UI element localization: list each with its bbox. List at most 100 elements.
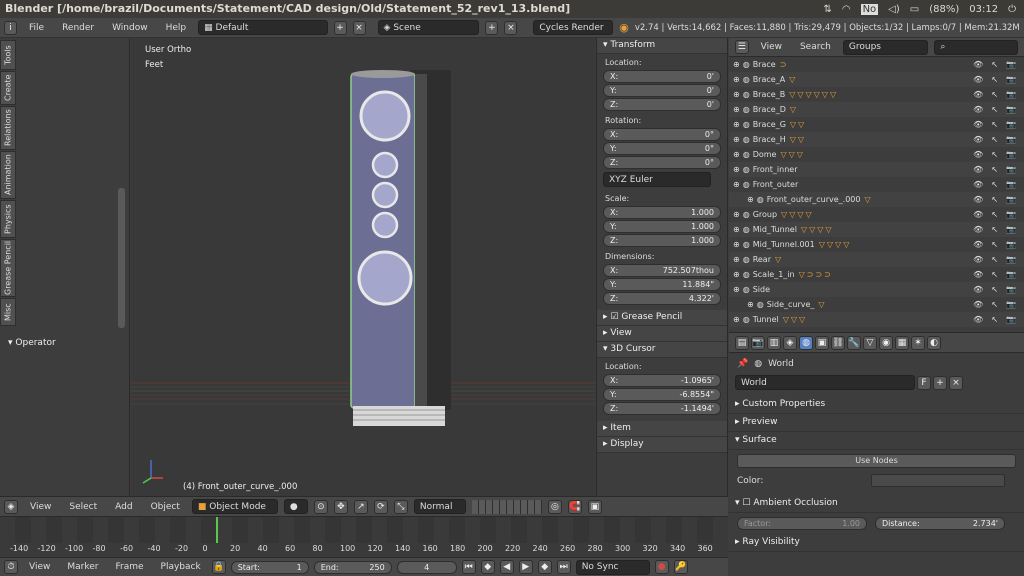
render-icon[interactable]: 📷	[1006, 135, 1016, 144]
outliner-item-label[interactable]: Side	[753, 285, 770, 294]
prev-key-icon[interactable]: ◆	[480, 560, 495, 574]
outliner-row[interactable]: ⊕ ◍ Front_outer_curve_.000 ▽ 👁 ↖ 📷	[729, 192, 1024, 207]
volume-icon[interactable]: ◁)	[888, 4, 900, 15]
tab-create[interactable]: Create	[0, 71, 16, 105]
outliner-row[interactable]: ⊕ ◍ Side_curve_ ▽ 👁 ↖ 📷	[729, 297, 1024, 312]
preview-header[interactable]: ▸ Preview	[729, 414, 1024, 432]
timeline[interactable]: -140 -120 -100 -80 -60 -40 -20 0 20 40 60 80 100 120 1…	[0, 516, 728, 556]
outliner-item-label[interactable]: Mid_Tunnel	[753, 225, 797, 234]
render-icon[interactable]: 📷	[1006, 105, 1016, 114]
scale-z-field[interactable]: Z: 1.000	[603, 234, 721, 247]
expand-icon[interactable]: ⊕	[733, 90, 740, 99]
outliner-editor-icon[interactable]: ☰	[735, 40, 749, 54]
dimensions-z-field[interactable]: Z: 4.322'	[603, 292, 721, 305]
modifiers-tab-icon[interactable]: 🔧	[847, 335, 861, 350]
grease-pencil-panel-header[interactable]: ▸ ☑ Grease Pencil	[597, 310, 727, 326]
operator-panel-header[interactable]: ▾ Operator	[8, 338, 56, 348]
visibility-icon[interactable]: 👁	[973, 165, 983, 174]
dimensions-x-field[interactable]: X: 752.507thou	[603, 264, 721, 277]
unlink-world-button[interactable]: ×	[949, 375, 963, 390]
visibility-icon[interactable]: 👁	[973, 300, 983, 309]
selectable-icon[interactable]: ↖	[991, 195, 998, 204]
sync-select[interactable]: No Sync	[575, 559, 650, 575]
visibility-icon[interactable]: 👁	[973, 270, 983, 279]
timeline-editor-icon[interactable]: ⏱	[4, 560, 18, 574]
expand-icon[interactable]: ⊕	[747, 195, 754, 204]
3d-view-editor-icon[interactable]: ◈	[4, 499, 18, 514]
pin-icon[interactable]: 📌	[737, 359, 748, 369]
selectable-icon[interactable]: ↖	[991, 150, 998, 159]
physics-tab-icon[interactable]: ◐	[927, 335, 941, 350]
expand-icon[interactable]: ⊕	[733, 105, 740, 114]
outliner-item-label[interactable]: Brace_B	[753, 90, 786, 99]
outliner-row[interactable]: ⊕ ◍ Mid_Tunnel.001 ▽▽▽▽ 👁 ↖ 📷	[729, 237, 1024, 252]
cursor-y-field[interactable]: Y: -6.8554"	[603, 388, 721, 401]
render-icon[interactable]: 📷	[1006, 255, 1016, 264]
render-icon[interactable]: 📷	[1006, 300, 1016, 309]
location-x-field[interactable]: X: 0'	[603, 70, 721, 83]
visibility-icon[interactable]: 👁	[973, 180, 983, 189]
remove-layout-button[interactable]: ×	[352, 20, 366, 35]
render-icon[interactable]: 📷	[1006, 150, 1016, 159]
cursor-z-field[interactable]: Z: -1.1494'	[603, 402, 721, 415]
render-icon[interactable]: 📷	[1006, 75, 1016, 84]
timeline-track[interactable]	[0, 517, 728, 543]
tool-shelf-scrollbar[interactable]	[118, 188, 125, 328]
outliner-row[interactable]: ⊕ ◍ Front_inner 👁 ↖ 📷	[729, 162, 1024, 177]
render-icon[interactable]: 📷	[1006, 240, 1016, 249]
timeline-frame-menu[interactable]: Frame	[109, 562, 149, 572]
visibility-icon[interactable]: 👁	[973, 315, 983, 324]
view-panel-header[interactable]: ▸ View	[597, 326, 727, 342]
scale-y-field[interactable]: Y: 1.000	[603, 220, 721, 233]
render-icon[interactable]: 📷	[1006, 225, 1016, 234]
visibility-icon[interactable]: 👁	[973, 225, 983, 234]
translate-icon[interactable]: ↗	[353, 499, 368, 514]
snap-icon[interactable]: 🧲	[567, 499, 582, 514]
current-frame-field[interactable]: 4	[396, 560, 457, 574]
scene-tab-icon[interactable]: ◈	[783, 335, 797, 350]
language-indicator[interactable]: No	[860, 3, 879, 15]
location-z-field[interactable]: Z: 0'	[603, 98, 721, 111]
visibility-icon[interactable]: 👁	[973, 195, 983, 204]
world-color-swatch[interactable]	[871, 474, 1005, 487]
location-y-field[interactable]: Y: 0'	[603, 84, 721, 97]
visibility-icon[interactable]: 👁	[973, 105, 983, 114]
selectable-icon[interactable]: ↖	[991, 90, 998, 99]
render-icon[interactable]: 📷	[1006, 210, 1016, 219]
play-icon[interactable]: ▶	[518, 560, 533, 574]
outliner-row[interactable]: ⊕ ◍ Group ▽▽▽▽ 👁 ↖ 📷	[729, 207, 1024, 222]
selectable-icon[interactable]: ↖	[991, 165, 998, 174]
rotation-mode-select[interactable]: XYZ Euler	[603, 172, 711, 187]
view-menu[interactable]: View	[24, 502, 57, 512]
outliner-row[interactable]: ⊕ ◍ Tunnel ▽▽▽ 👁 ↖ 📷	[729, 312, 1024, 327]
tab-misc[interactable]: Misc	[0, 298, 16, 326]
expand-icon[interactable]: ⊕	[733, 240, 740, 249]
play-reverse-icon[interactable]: ◀	[499, 560, 514, 574]
expand-icon[interactable]: ⊕	[733, 210, 740, 219]
rotation-y-field[interactable]: Y: 0°	[603, 142, 721, 155]
timeline-playback-menu[interactable]: Playback	[155, 562, 207, 572]
render-icon[interactable]: 📷	[1006, 165, 1016, 174]
visibility-icon[interactable]: 👁	[973, 75, 983, 84]
outliner-item-label[interactable]: Tunnel	[753, 315, 779, 324]
selectable-icon[interactable]: ↖	[991, 240, 998, 249]
clock[interactable]: 03:12	[969, 4, 998, 15]
orientation-select[interactable]: Normal	[413, 499, 466, 514]
layout-select[interactable]: ▦ Default	[198, 20, 328, 35]
cursor-x-field[interactable]: X: -1.0965'	[603, 374, 721, 387]
selectable-icon[interactable]: ↖	[991, 120, 998, 129]
render-preview-icon[interactable]: ▣	[587, 499, 602, 514]
add-layout-button[interactable]: +	[333, 20, 347, 35]
network-icon[interactable]: ⇅	[823, 4, 831, 15]
outliner-item-label[interactable]: Dome	[753, 150, 777, 159]
visibility-icon[interactable]: 👁	[973, 240, 983, 249]
render-icon[interactable]: 📷	[1006, 60, 1016, 69]
start-frame-field[interactable]: Start: 1	[230, 560, 309, 574]
render-icon[interactable]: 📷	[1006, 180, 1016, 189]
expand-icon[interactable]: ⊕	[733, 60, 740, 69]
selectable-icon[interactable]: ↖	[991, 255, 998, 264]
expand-icon[interactable]: ⊕	[733, 180, 740, 189]
menu-window[interactable]: Window	[106, 23, 154, 33]
menu-file[interactable]: File	[23, 23, 50, 33]
rotation-z-field[interactable]: Z: 0°	[603, 156, 721, 169]
